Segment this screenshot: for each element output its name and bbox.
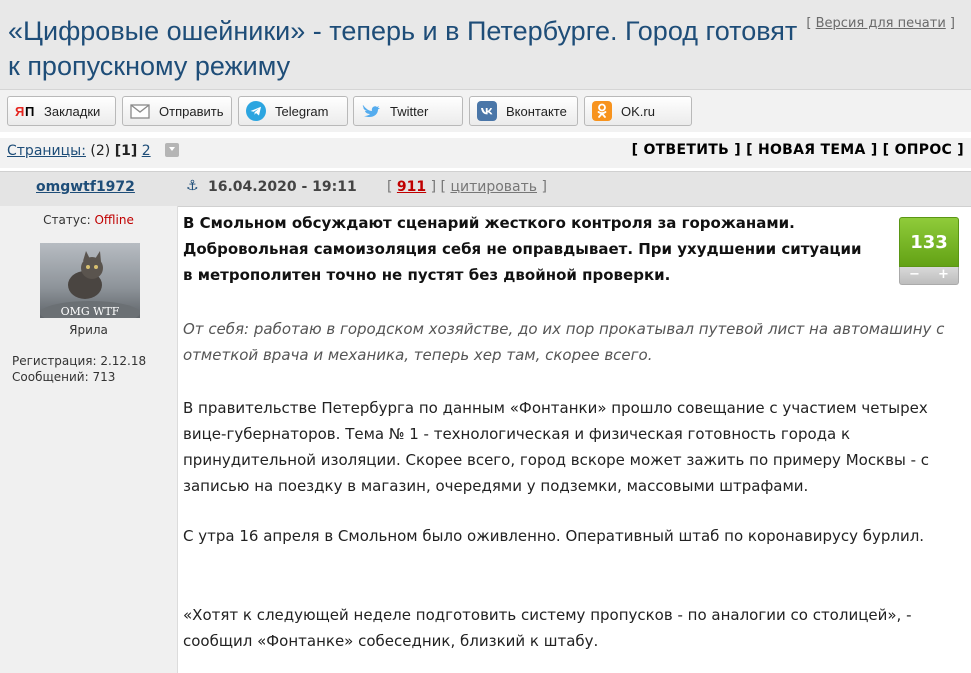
topic-header: «Цифровые ошейники» - теперь и в Петербу… (0, 0, 971, 90)
print-version-link[interactable]: Версия для печати (816, 16, 946, 31)
post-meta: [ 911 ] [ цитировать ] (387, 179, 547, 195)
pages-total: (2) (90, 143, 111, 159)
mail-icon (129, 100, 151, 122)
share-ok-button[interactable]: OK.ru (584, 96, 692, 126)
rating-widget: 133 − + (899, 217, 959, 286)
avatar: OMG WTF (40, 243, 140, 318)
author-info: Регистрация: 2.12.18 Сообщений: 713 (12, 353, 146, 385)
share-telegram-button[interactable]: Telegram (238, 96, 348, 126)
rating-controls: − + (899, 267, 959, 285)
pages-link[interactable]: Страницы: (7, 143, 86, 159)
rating-plus-button[interactable]: + (929, 267, 958, 284)
pagination: Страницы: (2) [1] 2 (7, 143, 180, 159)
poll-button[interactable]: ОПРОС (895, 142, 953, 158)
telegram-icon (245, 100, 267, 122)
anchor-icon[interactable]: ⚓ (186, 178, 199, 194)
share-twitter-button[interactable]: Twitter (353, 96, 463, 126)
author-status: Статус: Offline (43, 213, 134, 227)
post-paragraph: От себя: работаю в городском хозяйстве, … (183, 320, 945, 364)
post-paragraph: «Хотят к следующей неделе подготовить си… (183, 606, 912, 650)
print-version: [ Версия для печати ] (806, 16, 955, 31)
message-count: Сообщений: 713 (12, 370, 116, 384)
post-date: 16.04.2020 - 19:11 (208, 179, 357, 195)
registration-date: Регистрация: 2.12.18 (12, 354, 147, 368)
post-number-link[interactable]: 911 (397, 179, 426, 195)
post-body: В Смольном обсуждают сценарий жесткого к… (183, 206, 971, 673)
post-lead: В Смольном обсуждают сценарий жесткого к… (183, 214, 862, 284)
share-email-button[interactable]: Отправить (122, 96, 232, 126)
pages-dropdown-icon[interactable] (165, 143, 180, 157)
new-topic-button[interactable]: НОВАЯ ТЕМА (758, 142, 866, 158)
avatar-caption: OMG WTF (61, 305, 120, 318)
reply-button[interactable]: ОТВЕТИТЬ (643, 142, 729, 158)
post-header: omgwtf1972 ⚓ 16.04.2020 - 19:11 [ 911 ] … (0, 171, 971, 207)
topic-actions: [ ОТВЕТИТЬ ] [ НОВАЯ ТЕМА ] [ ОПРОС ] (631, 142, 964, 158)
odnoklassniki-icon (591, 100, 613, 122)
vk-icon (476, 100, 498, 122)
quote-link[interactable]: цитировать (450, 179, 537, 195)
svg-text:Я: Я (15, 104, 24, 118)
share-bar: ЯП Закладки Отправить Telegram Twitter В… (0, 90, 971, 132)
status-offline: Offline (94, 213, 134, 227)
share-bookmarks-button[interactable]: ЯП Закладки (7, 96, 116, 126)
page-2-link[interactable]: 2 (142, 143, 151, 159)
topic-title: «Цифровые ошейники» - теперь и в Петербу… (8, 16, 798, 81)
rating-minus-button[interactable]: − (900, 267, 929, 284)
current-page: [1] (114, 143, 138, 159)
share-vk-button[interactable]: Вконтакте (469, 96, 578, 126)
twitter-icon (360, 100, 382, 122)
rating-score: 133 (899, 217, 959, 267)
author-nickname: Ярила (69, 323, 108, 337)
post-paragraph: В правительстве Петербурга по данным «Фо… (183, 399, 930, 495)
author-sidebar: Статус: Offline OMG WTF Ярила Регистраци… (0, 206, 178, 673)
post-author-link[interactable]: omgwtf1972 (36, 179, 135, 195)
yandex-bookmarks-icon: ЯП (14, 100, 36, 122)
svg-text:П: П (25, 104, 34, 118)
post-paragraph: С утра 16 апреля в Смольном было оживлен… (183, 527, 925, 545)
pagination-bar: Страницы: (2) [1] 2 [ ОТВЕТИТЬ ] [ НОВАЯ… (0, 138, 971, 168)
